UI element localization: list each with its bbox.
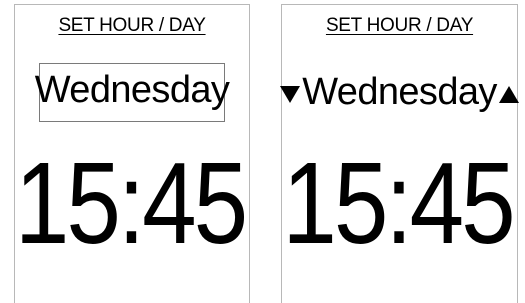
panel-title: SET HOUR / DAY — [58, 15, 206, 36]
day-adjust-row: Wednesday — [280, 69, 519, 115]
set-hour-day-panel-adjust: SET HOUR / DAY Wednesday 15:45 — [278, 4, 519, 303]
arrow-up-icon[interactable] — [498, 85, 519, 103]
arrow-down-icon[interactable] — [280, 85, 301, 103]
day-value[interactable]: Wednesday — [15, 69, 249, 112]
set-hour-day-panel-selected: SET HOUR / DAY Wednesday 15:45 — [14, 4, 250, 303]
day-value[interactable]: Wednesday — [302, 71, 497, 114]
panel-title: SET HOUR / DAY — [325, 15, 474, 36]
time-value[interactable]: 15:45 — [278, 145, 517, 261]
time-value[interactable]: 15:45 — [11, 145, 249, 261]
